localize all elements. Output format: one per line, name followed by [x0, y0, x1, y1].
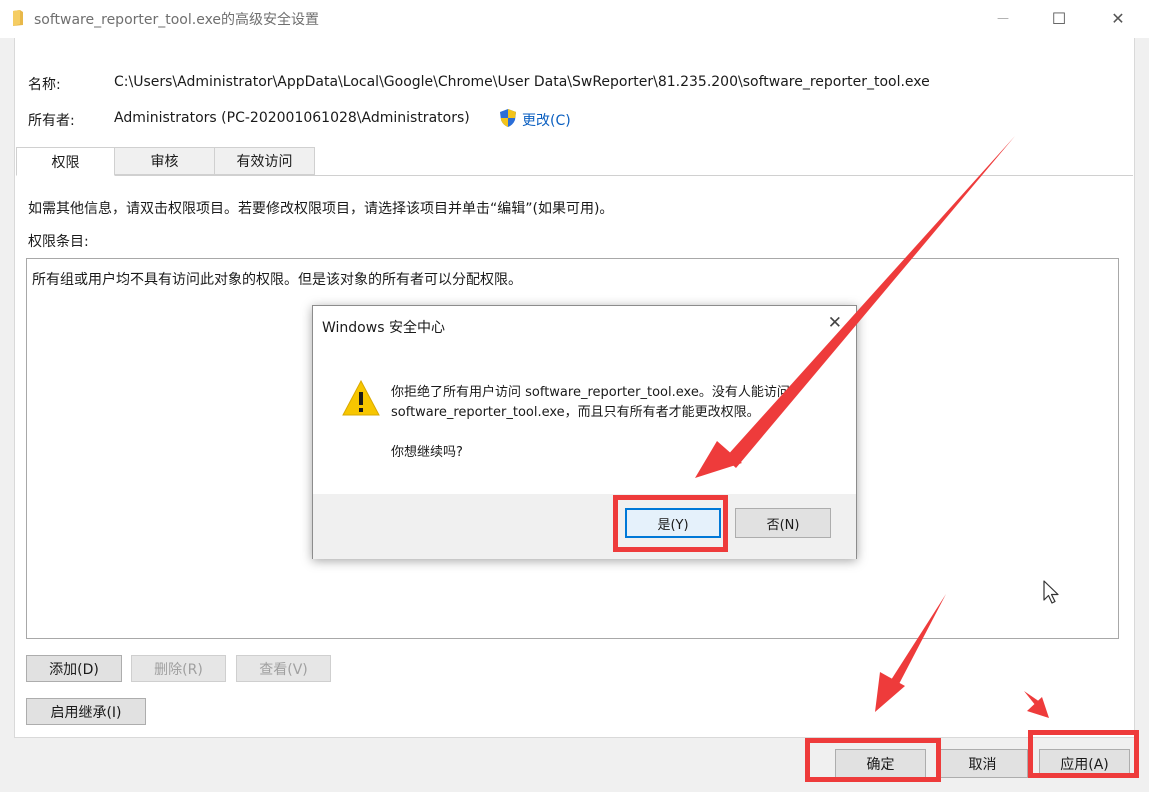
dialog-message-line2: software_reporter_tool.exe，而且只有所有者才能更改权限… — [391, 405, 760, 420]
minimize-button[interactable]: — — [980, 0, 1026, 36]
close-button[interactable]: ✕ — [1095, 0, 1141, 36]
window-title: software_reporter_tool.exe的高级安全设置 — [34, 12, 320, 28]
dialog-close-icon[interactable]: ✕ — [828, 313, 842, 333]
dialog-title: Windows 安全中心 — [322, 320, 445, 336]
dialog-footer: 是(Y) 否(N) — [313, 494, 856, 559]
minimize-icon: — — [997, 11, 1009, 25]
annotation-box-ok — [805, 738, 941, 782]
tab-effective-access[interactable]: 有效访问 — [214, 147, 315, 175]
shield-icon — [500, 109, 516, 127]
annotation-box-yes — [613, 495, 728, 552]
annotation-box-apply — [1028, 730, 1139, 778]
maximize-button[interactable]: ☐ — [1036, 0, 1082, 36]
tab-label: 有效访问 — [236, 154, 293, 170]
add-button[interactable]: 添加(D) — [26, 655, 122, 682]
permission-entries-label: 权限条目: — [28, 234, 89, 250]
permissions-hint: 如需其他信息，请双击权限项目。若要修改权限项目，请选择该项目并单击“编辑”(如果… — [28, 201, 614, 217]
enable-inheritance-button[interactable]: 启用继承(I) — [26, 698, 146, 725]
empty-permissions-message: 所有组或用户均不具有访问此对象的权限。但是该对象的所有者可以分配权限。 — [32, 272, 522, 288]
warning-icon — [342, 379, 380, 416]
tab-permissions[interactable]: 权限 — [16, 147, 115, 176]
view-button[interactable]: 查看(V) — [236, 655, 331, 682]
no-button[interactable]: 否(N) — [735, 508, 831, 538]
dialog-message-line1: 你拒绝了所有用户访问 software_reporter_tool.exe。没有… — [391, 385, 790, 400]
remove-button[interactable]: 删除(R) — [131, 655, 226, 682]
owner-value: Administrators (PC-202001061028\Administ… — [114, 110, 470, 126]
tab-auditing[interactable]: 审核 — [114, 147, 215, 175]
object-path: C:\Users\Administrator\AppData\Local\Goo… — [114, 74, 930, 90]
change-owner-link[interactable]: 更改(C) — [522, 110, 571, 130]
dialog-question: 你想继续吗? — [391, 445, 463, 460]
close-icon: ✕ — [1111, 8, 1125, 28]
name-label: 名称: — [28, 77, 61, 93]
title-bar: software_reporter_tool.exe的高级安全设置 — ☐ ✕ — [0, 0, 1149, 38]
mouse-cursor-icon — [1043, 580, 1059, 604]
tab-label: 权限 — [51, 154, 80, 171]
tab-label: 审核 — [150, 154, 179, 170]
owner-label: 所有者: — [28, 113, 75, 129]
folder-icon — [13, 10, 23, 26]
cancel-button[interactable]: 取消 — [937, 749, 1028, 778]
maximize-icon: ☐ — [1051, 8, 1067, 28]
security-dialog: Windows 安全中心 ✕ 你拒绝了所有用户访问 software_repor… — [312, 305, 857, 559]
